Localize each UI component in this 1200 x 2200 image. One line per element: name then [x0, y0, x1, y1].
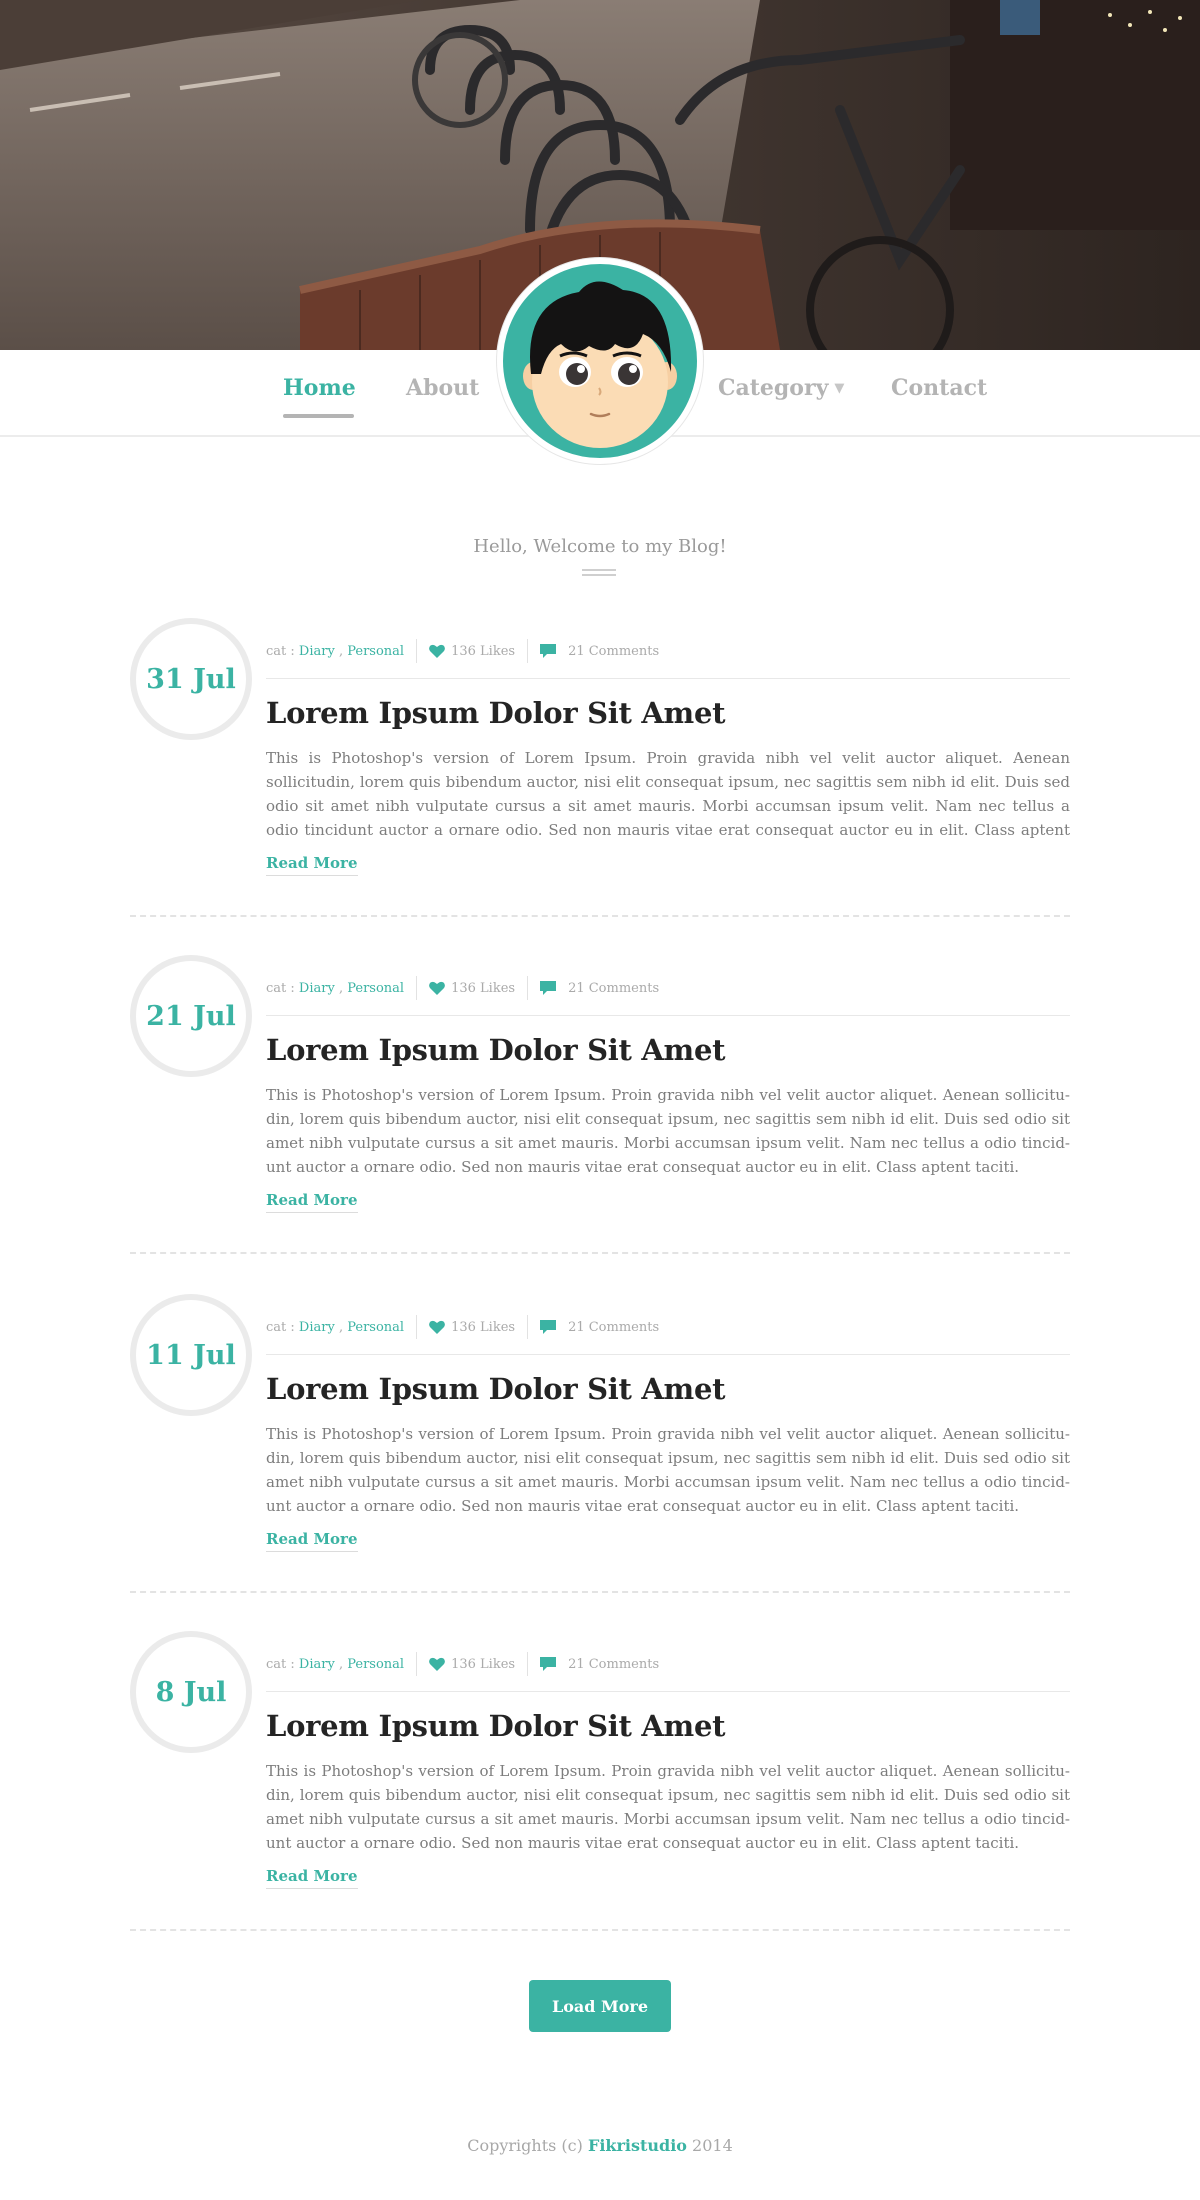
chevron-down-icon: ▼	[834, 381, 845, 396]
nav-contact[interactable]: Contact	[891, 375, 987, 401]
read-more-link[interactable]: Read More	[266, 854, 358, 876]
likes-count: 136 Likes	[451, 1319, 516, 1335]
meta-divider	[266, 1015, 1070, 1016]
post-date: 31 Jul	[130, 618, 252, 740]
avatar[interactable]	[497, 258, 703, 464]
post-excerpt: This is Photoshop's version of Lorem Ips…	[266, 1086, 1070, 1176]
category-link[interactable]: Personal	[347, 1657, 404, 1672]
comments-button[interactable]: 21 Comments	[540, 1319, 660, 1335]
meta-separator	[527, 976, 529, 1000]
meta-separator	[416, 976, 418, 1000]
read-more-link[interactable]: Read More	[266, 1867, 358, 1889]
meta-divider	[266, 678, 1070, 679]
read-more-link[interactable]: Read More	[266, 1191, 358, 1213]
meta-separator	[527, 639, 529, 663]
post-date: 21 Jul	[130, 955, 252, 1077]
comment-icon	[540, 980, 557, 995]
post-meta: cat : Diary , Personal 136 Likes 21 Comm…	[266, 1651, 659, 1677]
meta-divider	[266, 1354, 1070, 1355]
heart-icon	[429, 644, 445, 658]
category-prefix: cat :	[266, 1319, 295, 1335]
post-title[interactable]: Lorem Ipsum Dolor Sit Amet	[266, 1033, 726, 1067]
post-divider	[130, 1591, 1070, 1593]
post-excerpt: This is Photoshop's version of Lorem Ips…	[266, 1425, 1070, 1515]
meta-separator	[416, 1315, 418, 1339]
category-link[interactable]: Diary	[299, 1657, 335, 1672]
comments-count: 21 Comments	[568, 1319, 660, 1335]
post-title[interactable]: Lorem Ipsum Dolor Sit Amet	[266, 1372, 726, 1406]
comments-count: 21 Comments	[568, 1656, 660, 1672]
nav-active-indicator	[283, 414, 354, 418]
category-prefix: cat :	[266, 643, 295, 659]
meta-separator	[527, 1315, 529, 1339]
category-link[interactable]: Personal	[347, 644, 404, 659]
welcome-divider	[582, 569, 616, 571]
post-date: 11 Jul	[130, 1294, 252, 1416]
nav-category-label: Category	[718, 375, 829, 401]
meta-separator	[416, 639, 418, 663]
likes-button[interactable]: 136 Likes	[429, 1320, 515, 1335]
category-link[interactable]: Diary	[299, 1320, 335, 1335]
footer: Copyrights (c) Fikristudio 2014	[0, 2136, 1200, 2155]
copyright-year: 2014	[692, 2136, 733, 2155]
likes-count: 136 Likes	[451, 1656, 516, 1672]
footer-brand-link[interactable]: Fikristudio	[588, 2136, 687, 2155]
post-divider	[130, 1929, 1070, 1931]
comments-button[interactable]: 21 Comments	[540, 980, 660, 996]
post-meta: cat : Diary , Personal 136 Likes 21 Comm…	[266, 975, 659, 1001]
meta-separator	[416, 1652, 418, 1676]
comments-count: 21 Comments	[568, 643, 660, 659]
likes-button[interactable]: 136 Likes	[429, 644, 515, 659]
welcome-heading: Hello, Welcome to my Blog!	[473, 536, 727, 557]
post-meta: cat : Diary , Personal 136 Likes 21 Comm…	[266, 1314, 659, 1340]
heart-icon	[429, 1657, 445, 1671]
post-meta: cat : Diary , Personal 136 Likes 21 Comm…	[266, 638, 659, 664]
comment-icon	[540, 1319, 557, 1334]
nav-category[interactable]: Category ▼	[718, 375, 844, 401]
post-title[interactable]: Lorem Ipsum Dolor Sit Amet	[266, 1709, 726, 1743]
comments-count: 21 Comments	[568, 980, 660, 996]
comment-icon	[540, 1656, 557, 1671]
post-divider	[130, 915, 1070, 917]
cartoon-boy-avatar-icon	[523, 281, 677, 448]
category-link[interactable]: Personal	[347, 981, 404, 996]
post-excerpt: This is Photoshop's version of Lorem Ips…	[266, 749, 1070, 839]
meta-divider	[266, 1691, 1070, 1692]
category-link[interactable]: Personal	[347, 1320, 404, 1335]
comments-button[interactable]: 21 Comments	[540, 1656, 660, 1672]
blog-post: 8 Jul cat : Diary , Personal 136 Likes 2…	[130, 1631, 1070, 1931]
copyright-text: Copyrights (c)	[467, 2136, 583, 2155]
blog-post: 31 Jul cat : Diary , Personal 136 Likes …	[130, 618, 1070, 918]
welcome-divider	[582, 574, 616, 576]
load-more-button[interactable]: Load More	[529, 1980, 671, 2032]
post-date: 8 Jul	[130, 1631, 252, 1753]
category-link[interactable]: Diary	[299, 981, 335, 996]
post-excerpt: This is Photoshop's version of Lorem Ips…	[266, 1762, 1070, 1852]
read-more-link[interactable]: Read More	[266, 1530, 358, 1552]
category-link[interactable]: Diary	[299, 644, 335, 659]
blog-post: 11 Jul cat : Diary , Personal 136 Likes …	[130, 1294, 1070, 1594]
heart-icon	[429, 1320, 445, 1334]
likes-button[interactable]: 136 Likes	[429, 1657, 515, 1672]
heart-icon	[429, 981, 445, 995]
nav-home[interactable]: Home	[283, 375, 356, 401]
blog-post: 21 Jul cat : Diary , Personal 136 Likes …	[130, 955, 1070, 1255]
likes-count: 136 Likes	[451, 980, 516, 996]
meta-separator	[527, 1652, 529, 1676]
comment-icon	[540, 643, 557, 658]
comments-button[interactable]: 21 Comments	[540, 643, 660, 659]
post-divider	[130, 1252, 1070, 1254]
category-prefix: cat :	[266, 980, 295, 996]
likes-count: 136 Likes	[451, 643, 516, 659]
category-prefix: cat :	[266, 1656, 295, 1672]
post-title[interactable]: Lorem Ipsum Dolor Sit Amet	[266, 696, 726, 730]
likes-button[interactable]: 136 Likes	[429, 981, 515, 996]
nav-about[interactable]: About	[406, 375, 479, 401]
